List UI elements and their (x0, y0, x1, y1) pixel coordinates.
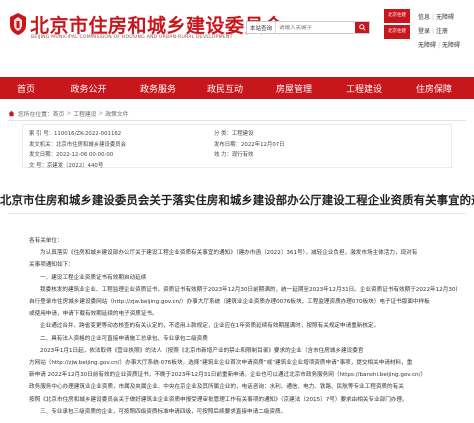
nav-item-gov-open[interactable]: 政务公开 (52, 82, 125, 95)
nav-item-security[interactable]: 住房保障 (399, 82, 469, 95)
search-scope-select[interactable]: 本站查询 (247, 22, 277, 33)
article-paragraph: 一、建设工程企业资质证书有效期自动延续 (40, 274, 147, 281)
breadcrumb-prefix: 您所在位置： (18, 112, 53, 118)
article-paragraph: 为认真落实《住房和城乡建设部办公厅关于建设工程企业资质有关事宜的通知》（建办市函… (40, 250, 418, 257)
meta-publish-date: 发布日期：2022年12月07日 (214, 141, 285, 148)
nav-item-construction[interactable]: 工程建设 (329, 82, 399, 95)
article-paragraph: 方网站（http://zjw.beijing.gov.cn/）办事大厅系统-07… (29, 360, 413, 367)
app-badge[interactable]: 北京住建 (384, 9, 410, 23)
site-subtitle: BEIJING MUNICIPAL COMMISSION OF HOUSING … (31, 35, 233, 40)
article-paragraph: 各有关单位： (29, 238, 63, 244)
register-link[interactable]: 注册 (436, 28, 448, 35)
breadcrumb-item[interactable]: 工程建设 (73, 109, 96, 118)
article-paragraph: 三、专业承包三级资质的企业，可按照四级资质标准申请四级，可按照后续要求直接申请二… (40, 408, 287, 415)
article-paragraph: 自行登录市住房城乡建设委网站（http://zjw.beijing.gov.cn… (29, 299, 430, 306)
nav-item-housing[interactable]: 房屋管理 (259, 82, 329, 95)
emblem-icon[interactable] (8, 12, 28, 36)
top-link[interactable]: 无障碍 (442, 42, 460, 49)
article-paragraph: 关事项通知如下： (29, 262, 74, 269)
article-paragraph: 新申请 2022年12月30日前有效的企业资质证书，不晚于2023年12月31日… (29, 372, 427, 379)
nav-item-gov-service[interactable]: 政务服务 (125, 82, 191, 95)
top-link[interactable]: 信息 (418, 14, 430, 21)
app-badge[interactable]: 北京住建 (384, 25, 410, 39)
main-nav: 首页 政务公开 政务服务 政民互动 房屋管理 工程建设 住房保障 (0, 77, 474, 99)
article-paragraph: 企业通过合并、跨省变更等动态核查的有关认定的，不适用上款规定，企业应在1年资质延… (40, 323, 380, 330)
home-icon (8, 110, 15, 117)
breadcrumb-item[interactable]: 首页 (53, 109, 65, 118)
article-paragraph: 按照《北京市住房和城乡建设委员会关于做好建筑业企业资质申报受理审批管理工作有关事… (29, 396, 408, 403)
meta-doc-number: 文 号：京建发〔2022〕440号 (29, 162, 104, 169)
top-links: 信息 | 无障碍 登录 | 注册 无障碍 | 无障碍 (418, 14, 461, 49)
meta-issue-date: 发文日期：2022-12-06 00:00:00 (29, 152, 114, 158)
document-meta: 索 引 号：110016/ZK-2022-001162 分 类：工程建设 发文机… (29, 129, 449, 171)
breadcrumb: 您所在位置： 首页 > 工程建设 > 政策文件 (8, 109, 129, 118)
login-link[interactable]: 登录 (418, 28, 430, 35)
article-paragraph: 二、具有法人资格的企业可直接申请施工总承包、专业承包二级资质 (40, 335, 208, 342)
search-button[interactable] (355, 22, 369, 33)
meta-validity: 效 力：现行有效 (214, 152, 254, 158)
article-paragraph: 我委核发的建筑业企业、工程监理企业资质证书，资质证书有效期于2023年12月30… (40, 286, 457, 293)
article-title: 北京市住房和城乡建设委员会关于落实住房和城乡建设部办公厅建设工程企业资质有关事宜… (0, 193, 474, 207)
app-badges: 北京住建 北京住建 (384, 9, 410, 39)
site-header: 北京市住房和城乡建设委员会 BEIJING MUNICIPAL COMMISSI… (0, 0, 474, 52)
meta-issuer: 发文机关：北京市住房和城乡建设委员会 (29, 141, 127, 148)
article-body: 各有关单位： 为认真落实《住房和城乡建设部办公厅关于建设工程企业资质有关事宜的通知… (29, 235, 457, 418)
article-paragraph: 政务服务中心办理建筑业企业资质，市属及央属企业、中央在京企业及其所属企业的，电话… (29, 384, 404, 391)
search-icon (358, 24, 366, 31)
breadcrumb-item[interactable]: 政策文件 (105, 109, 128, 118)
divider (8, 213, 466, 214)
search-input[interactable] (276, 24, 347, 31)
search-box: 本站查询 (246, 21, 370, 34)
divider (8, 120, 466, 121)
nav-item-home[interactable]: 首页 (0, 82, 52, 95)
article-paragraph: 或使用申请，申请下载有效期延续的电子资质证书。 (29, 311, 158, 318)
top-link[interactable]: 无障碍 (418, 42, 436, 49)
article-paragraph: 2023年1月1日起，依法取得《营业执照》的法人（按照《北京市新增产业的禁止和限… (40, 347, 364, 354)
meta-category: 分 类：工程建设 (214, 131, 254, 137)
nav-item-interaction[interactable]: 政民互动 (191, 82, 259, 95)
meta-index: 索 引 号：110016/ZK-2022-001162 (29, 131, 122, 137)
top-link[interactable]: 无障碍 (436, 14, 454, 21)
